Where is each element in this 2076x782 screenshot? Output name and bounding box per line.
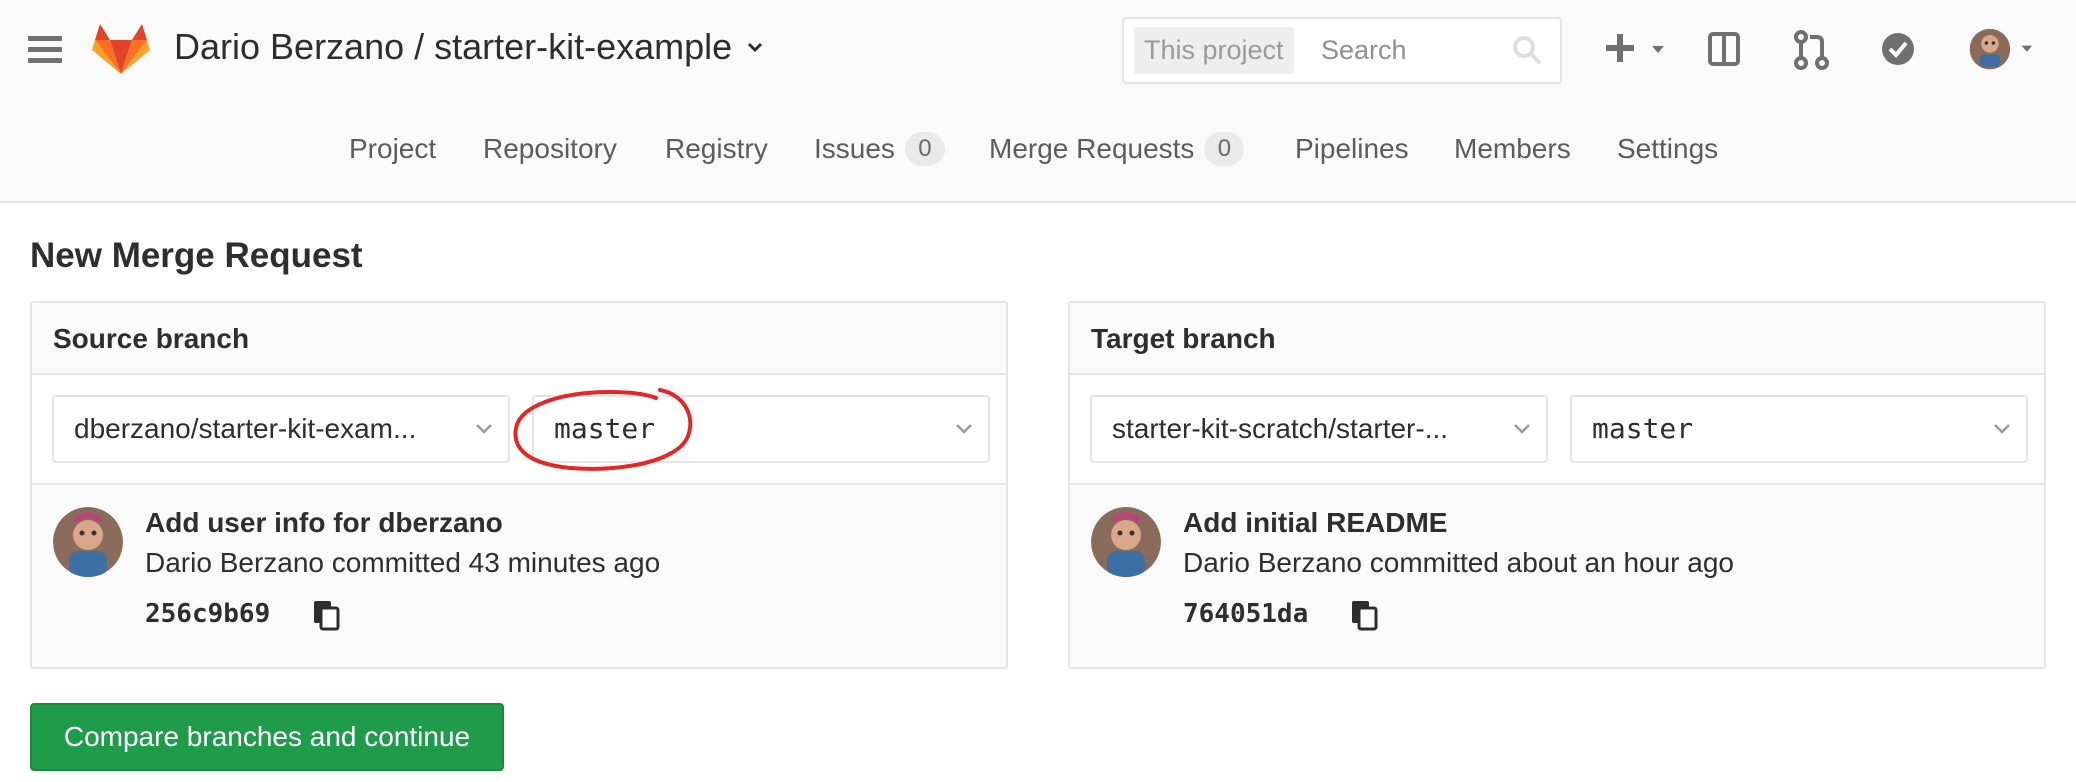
nav-issues[interactable]: Issues 0 [814, 126, 945, 172]
source-branch-panel: Source branch dberzano/starter-kit-exam.… [30, 301, 1008, 669]
board-icon[interactable] [1706, 28, 1746, 72]
top-header: Dario Berzano / starter-kit-example This… [0, 0, 2076, 203]
nav-project-label: Project [349, 133, 437, 164]
source-branch-header: Source branch [32, 303, 1006, 375]
merge-request-icon[interactable] [1792, 28, 1832, 72]
chevron-down-icon [1994, 424, 2010, 434]
nav-issues-label: Issues [814, 133, 895, 164]
plus-icon[interactable] [1604, 28, 1674, 72]
source-branch-dropdown[interactable]: master [532, 395, 990, 463]
target-commit-message[interactable]: Add initial README [1183, 507, 1447, 539]
menu-icon[interactable] [28, 36, 62, 64]
avatar [53, 507, 123, 577]
nav-pipelines[interactable]: Pipelines [1295, 126, 1409, 172]
avatar[interactable] [1964, 28, 2044, 72]
copy-icon[interactable] [312, 599, 342, 631]
nav-merge-requests-label: Merge Requests [989, 133, 1195, 164]
merge-requests-count-badge: 0 [1204, 132, 1245, 166]
target-commit: Add initial README Dario Berzano committ… [1070, 487, 2044, 667]
source-commit-meta: Dario Berzano committed 43 minutes ago [145, 547, 661, 578]
target-project-value: starter-kit-scratch/starter-... [1112, 413, 1449, 444]
target-branch-panel: Target branch starter-kit-scratch/starte… [1068, 301, 2046, 669]
nav-settings-label: Settings [1617, 133, 1719, 164]
chevron-down-icon [476, 424, 492, 434]
nav-repository-label: Repository [483, 133, 617, 164]
avatar [1091, 507, 1161, 577]
source-project-dropdown[interactable]: dberzano/starter-kit-exam... [52, 395, 510, 463]
source-commit: Add user info for dberzano Dario Berzano… [32, 487, 1006, 667]
copy-icon[interactable] [1350, 599, 1380, 631]
target-project-dropdown[interactable]: starter-kit-scratch/starter-... [1090, 395, 1548, 463]
compare-branches-button[interactable]: Compare branches and continue [30, 703, 504, 771]
nav-pipelines-label: Pipelines [1295, 133, 1409, 164]
source-branch-title: Source branch [53, 323, 250, 354]
nav-registry[interactable]: Registry [665, 126, 768, 172]
nav-repository[interactable]: Repository [483, 126, 617, 172]
target-branch-header: Target branch [1070, 303, 2044, 375]
nav-project[interactable]: Project [349, 126, 436, 172]
nav-members[interactable]: Members [1454, 126, 1571, 172]
nav-members-label: Members [1454, 133, 1571, 164]
issues-count-badge: 0 [904, 132, 945, 166]
chevron-down-icon [956, 424, 972, 434]
nav-registry-label: Registry [665, 133, 768, 164]
source-branch-value: master [554, 412, 656, 445]
source-commit-message[interactable]: Add user info for dberzano [145, 507, 503, 539]
page-title: New Merge Request [30, 236, 363, 275]
nav-settings[interactable]: Settings [1617, 126, 1718, 172]
source-branch-selectors: dberzano/starter-kit-exam... master [32, 375, 1006, 485]
chevron-down-icon [748, 42, 763, 53]
target-commit-sha[interactable]: 764051da [1183, 599, 1308, 629]
gitlab-logo[interactable] [91, 20, 151, 76]
search-scope-badge[interactable]: This project [1134, 27, 1294, 74]
project-title-text: Dario Berzano / starter-kit-example [174, 26, 733, 67]
project-title[interactable]: Dario Berzano / starter-kit-example [174, 26, 764, 68]
nav-merge-requests[interactable]: Merge Requests 0 [989, 126, 1245, 172]
target-branch-selectors: starter-kit-scratch/starter-... master [1070, 375, 2044, 485]
chevron-down-icon [1514, 424, 1530, 434]
project-nav: Project Repository Registry Issues 0 Mer… [0, 126, 2076, 172]
source-project-value: dberzano/starter-kit-exam... [74, 413, 417, 444]
target-branch-dropdown[interactable]: master [1570, 395, 2028, 463]
target-branch-title: Target branch [1091, 323, 1276, 354]
search-box[interactable]: This project Search [1122, 17, 1562, 84]
search-icon [1513, 36, 1541, 64]
source-commit-sha[interactable]: 256c9b69 [145, 599, 270, 629]
search-input[interactable]: Search [1321, 27, 1407, 74]
target-commit-meta: Dario Berzano committed about an hour ag… [1183, 547, 1734, 578]
todo-check-icon[interactable] [1878, 28, 1918, 72]
target-branch-value: master [1592, 412, 1694, 445]
